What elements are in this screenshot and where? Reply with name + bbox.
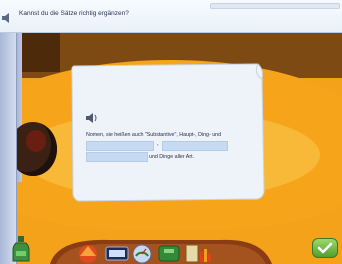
scroll-track[interactable] [210, 3, 340, 9]
ok-button[interactable] [312, 238, 338, 258]
side-blind [0, 30, 17, 264]
red-tool-icon[interactable] [79, 245, 97, 263]
instruction-bar: Kannst du die Sätze richtig ergänzen? [0, 0, 342, 33]
instruction-text: Kannst du die Sätze richtig ergänzen? [19, 10, 129, 17]
speaker-icon[interactable] [86, 113, 98, 123]
green-case-icon[interactable] [158, 245, 180, 262]
sentence-text-2: und Dinge aller Art. [149, 154, 195, 160]
checkmark-icon [317, 242, 333, 254]
bottle-icon[interactable] [12, 236, 30, 262]
gauge-icon[interactable] [132, 244, 152, 264]
separator-text: , [157, 141, 159, 147]
exercise-paper: Nomen, sie heißen auch "Substantive", Ha… [70, 60, 266, 202]
game-scene: Kannst du die Sätze richtig ergänzen? No… [0, 0, 342, 264]
speaker-icon[interactable] [2, 13, 12, 23]
sentence-text-1: Nomen, sie heißen auch "Substantive", Ha… [86, 132, 222, 138]
answer-blank-1[interactable] [86, 141, 154, 151]
paper-sheet [71, 63, 265, 202]
calculator-icon[interactable] [105, 246, 129, 261]
round-object-inner [26, 130, 46, 152]
answer-blank-3[interactable] [86, 152, 148, 162]
answer-blank-2[interactable] [162, 141, 228, 151]
bottom-toolbar [50, 239, 272, 264]
